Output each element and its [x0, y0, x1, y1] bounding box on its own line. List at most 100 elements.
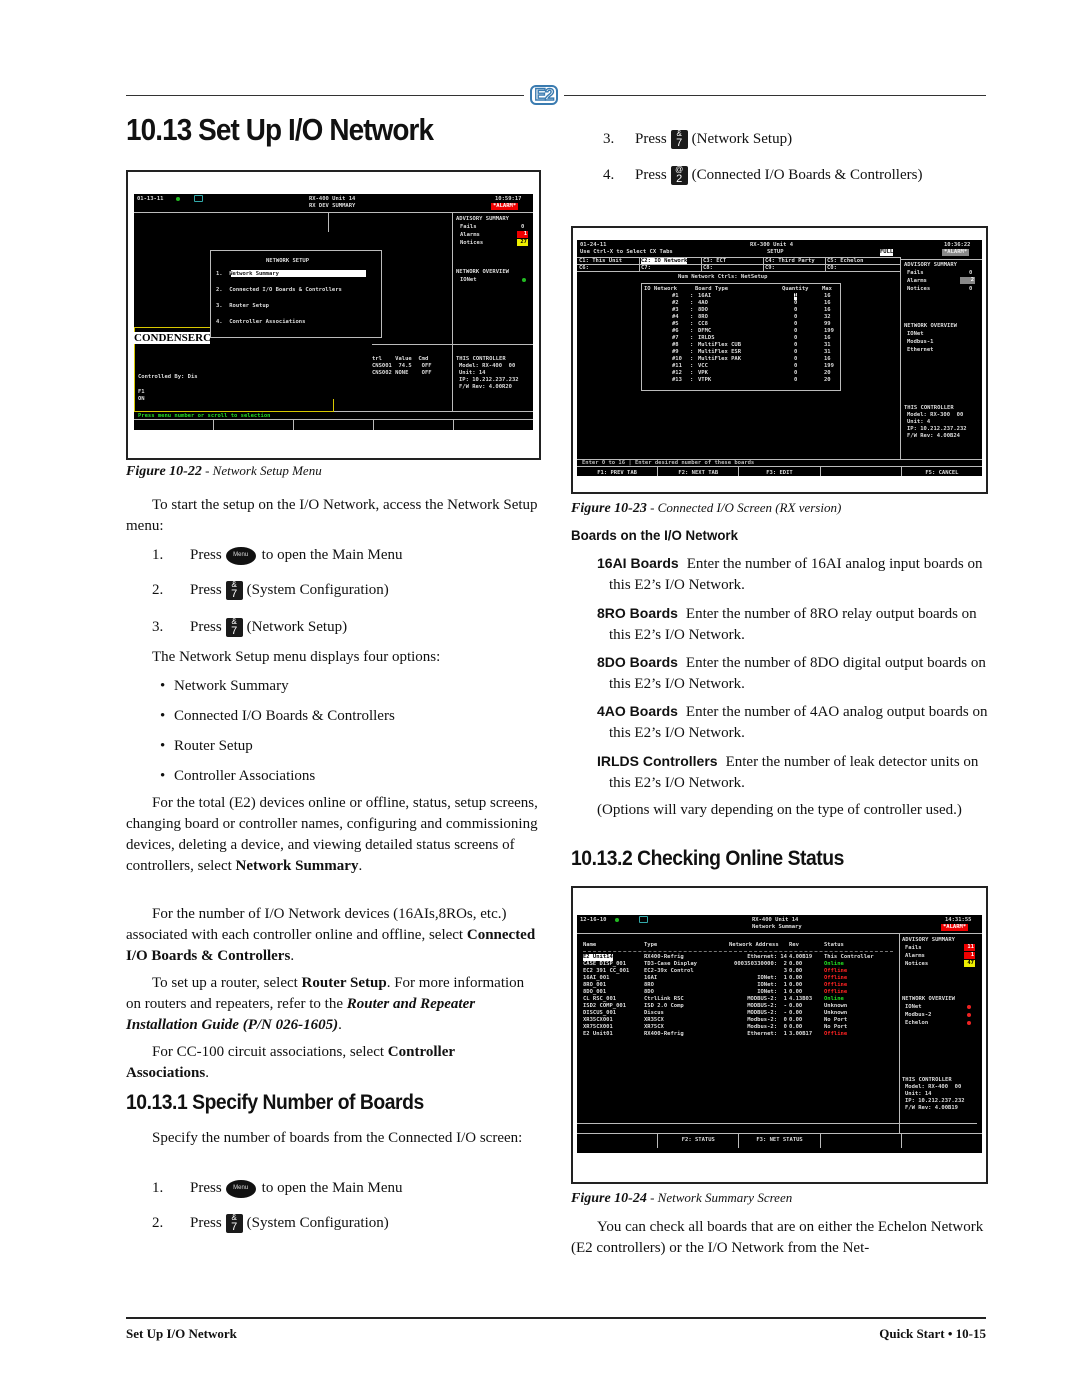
board-quantity[interactable]: 0 [794, 370, 797, 377]
board-quantity[interactable]: 0 [794, 342, 797, 349]
divider [333, 399, 334, 411]
screen-unit: RX-400 Unit 14 [309, 196, 356, 202]
device-status: Offline [824, 1031, 848, 1037]
board-max: 199 [824, 363, 834, 369]
board-table: IO Network Board Type Quantity Max #1:16… [641, 283, 841, 391]
function-key-bar: F1: PREV TAB F2: NEXT TAB F3: EDIT F5: C… [577, 466, 982, 476]
screen-date: 01-24-11 [580, 242, 607, 248]
alarm-badge[interactable]: *ALARM* [941, 924, 969, 931]
board-term: 4AO Boards [597, 703, 678, 719]
key-7-icon: & 7 [225, 1213, 243, 1233]
device-name[interactable]: 8RO_001 [583, 982, 606, 989]
alarm-badge[interactable]: *ALARM* [942, 249, 970, 256]
board-quantity[interactable]: 0 [794, 349, 797, 356]
device-address: Ethernet: 1 [747, 1031, 787, 1037]
network-setup-screen: 01-13-11 RX-400 Unit 14 RX DEV SUMMARY 1… [134, 194, 533, 430]
device-address: IONet: 1 [757, 982, 787, 988]
device-name[interactable]: CL RSC_001 [583, 996, 616, 1003]
function-key[interactable] [454, 420, 533, 430]
function-key-empty[interactable] [821, 467, 902, 476]
divider [334, 411, 533, 412]
board-quantity[interactable]: 0 [794, 314, 797, 321]
column-header: Status [824, 942, 844, 948]
page-title: 10.13 Set Up I/O Network [126, 112, 434, 147]
board-quantity[interactable]: 0 [794, 328, 797, 335]
network-item: Modbus-1 [907, 339, 934, 345]
function-key[interactable] [374, 420, 454, 430]
menu-item-controller-associations[interactable]: 4. Controller Associations [216, 319, 305, 326]
divider [452, 212, 453, 412]
board-definition: 8RO Boards Enter the number of 8RO relay … [597, 603, 999, 646]
board-quantity[interactable]: 0 [794, 377, 797, 384]
f1-label: F1 [138, 389, 145, 395]
alarm-badge[interactable]: *ALARM* [491, 203, 519, 210]
status-dot-icon [176, 197, 180, 201]
menu-item-connected-io[interactable]: 2. Connected I/O Boards & Controllers [216, 287, 342, 294]
device-type: 16AI [644, 975, 658, 981]
separator: : [690, 363, 694, 369]
board-term: 8DO Boards [597, 654, 678, 670]
network-item: Modbus-2 [905, 1012, 932, 1018]
function-key-empty[interactable] [902, 1134, 982, 1148]
device-rev: 0.00 [789, 968, 803, 974]
device-name[interactable]: E2 Unit14 [583, 954, 613, 961]
board-quantity[interactable]: 0 [794, 300, 797, 307]
device-name[interactable]: 16AI_001 [583, 975, 610, 982]
device-name[interactable]: ISD2 COMP_001 [583, 1003, 626, 1010]
footer-section-title: Set Up I/O Network [126, 1326, 237, 1341]
device-rev: 0.00 [789, 1024, 803, 1030]
board-quantity[interactable]: 1 [794, 293, 798, 300]
function-key-prev-tab[interactable]: F1: PREV TAB [577, 467, 659, 476]
board-quantity[interactable]: 0 [794, 363, 797, 370]
function-key-next-tab[interactable]: F2: NEXT TAB [658, 467, 740, 476]
function-key-status[interactable]: F2: STATUS [658, 1134, 740, 1148]
device-rev: 4.00B19 [789, 954, 813, 960]
dialog-title: NETWORK SETUP [266, 258, 310, 264]
board-quantity[interactable]: 0 [794, 356, 797, 363]
device-name[interactable]: CASE DISP_001 [583, 961, 626, 968]
network-status-icon [967, 1005, 971, 1009]
column-header: Quantity [782, 286, 809, 292]
notices-count: 0 [969, 286, 973, 292]
board-type: MultiFlex PAK [698, 356, 742, 362]
board-definition: 8DO Boards Enter the number of 8DO digita… [597, 652, 999, 695]
function-key-net-status[interactable]: F3: NET STATUS [739, 1134, 821, 1148]
device-name[interactable]: XR35CX001 [583, 1017, 613, 1024]
function-key[interactable] [214, 420, 294, 430]
function-key-empty[interactable] [577, 1134, 659, 1148]
advisory-title: ADVISORY SUMMARY [904, 262, 957, 268]
device-type: ISD 2.0 Comp [644, 1003, 684, 1009]
function-key-edit[interactable]: F3: EDIT [739, 467, 821, 476]
board-id: #2 [672, 300, 679, 306]
paragraph-network-summary: For the total (E2) devices online or off… [126, 795, 538, 874]
function-key[interactable] [134, 420, 214, 430]
device-name[interactable]: E2 Unit01 [583, 1031, 613, 1038]
board-id: #8 [672, 342, 679, 348]
footer-page-number: Quick Start • 10-15 [879, 1326, 986, 1341]
device-name[interactable]: EC2 391 CC_001 [583, 968, 629, 975]
footer-rule [126, 1317, 986, 1319]
network-icon [639, 916, 648, 923]
device-address: 000350330000: 2 [734, 961, 787, 967]
device-type: TD3-Case Display [644, 961, 697, 967]
function-key-empty[interactable] [821, 1134, 902, 1148]
board-quantity[interactable]: 0 [794, 335, 797, 342]
separator: : [690, 307, 694, 313]
separator: : [690, 321, 694, 327]
board-quantity[interactable]: 0 [794, 321, 797, 328]
function-key[interactable] [294, 420, 374, 430]
device-status: Offline [824, 982, 848, 988]
menu-item-router-setup[interactable]: 3. Router Setup [216, 303, 269, 310]
device-name[interactable]: DISCUS_001 [583, 1010, 616, 1017]
ctrl-table-row: CNS002 NONE OFF [372, 370, 432, 376]
device-name[interactable]: 8DO_001 [583, 989, 606, 996]
device-address: Modbus-2: 0 [747, 1017, 787, 1023]
board-type: VTPK [698, 377, 712, 383]
figure-network-setup-menu: 01-13-11 RX-400 Unit 14 RX DEV SUMMARY 1… [126, 170, 541, 460]
device-name[interactable]: XR75CX001 [583, 1024, 613, 1031]
function-key-cancel[interactable]: F5: CANCEL [902, 467, 982, 476]
paragraph-connected-io: For the number of I/O Network devices (1… [126, 906, 536, 964]
closing-paragraph: You can check all boards that are on eit… [571, 1219, 984, 1256]
board-quantity[interactable]: 0 [794, 307, 797, 314]
controller-ip: IP: 10.212.237.232 [907, 426, 967, 432]
